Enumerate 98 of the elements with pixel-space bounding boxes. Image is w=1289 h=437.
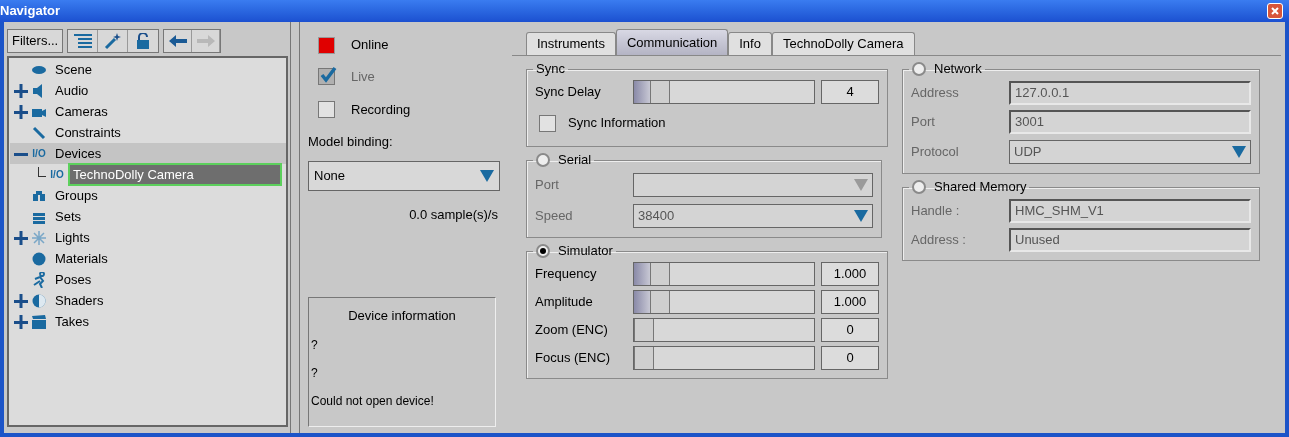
half-circle-icon <box>31 292 47 309</box>
tree-item[interactable]: Scene <box>52 59 95 80</box>
tab[interactable]: TechnoDolly Camera <box>771 32 915 55</box>
info-line: ? <box>311 336 319 354</box>
group-title: Sync <box>536 60 565 78</box>
tab[interactable]: Instruments <box>526 32 616 55</box>
tree-item[interactable]: Lights <box>52 227 93 248</box>
tree-item[interactable]: Takes <box>52 311 92 332</box>
radio-button[interactable] <box>912 62 926 76</box>
filters-button[interactable]: Filters... <box>7 29 64 53</box>
tree-item[interactable]: Devices <box>52 143 105 164</box>
close-icon <box>1271 7 1279 15</box>
dropdown-arrow-icon <box>854 209 868 222</box>
tree-item[interactable]: Poses <box>52 269 95 290</box>
tree-item[interactable]: Audio <box>52 80 92 101</box>
input-field[interactable]: 127.0.0.1 <box>1009 80 1251 105</box>
io-label: I/O <box>50 169 64 180</box>
info-line: ? <box>311 364 319 382</box>
field-label: Address : <box>911 230 967 249</box>
checkbox-label: Sync Information <box>568 114 666 133</box>
radio-button[interactable] <box>536 153 550 167</box>
radio-button[interactable] <box>536 244 550 258</box>
tree-item[interactable]: Shaders <box>52 290 107 311</box>
io-label: I/O <box>32 148 46 159</box>
checkbox[interactable] <box>539 114 556 132</box>
value-field[interactable]: 1.000 <box>821 262 879 286</box>
tree-item[interactable]: Constraints <box>52 122 124 143</box>
field-label: Focus (ENC) <box>535 349 612 368</box>
slider-thumb[interactable] <box>634 319 654 341</box>
group-title: Network <box>934 60 982 78</box>
checkmark-icon <box>320 66 337 84</box>
group-title: Simulator <box>558 242 613 260</box>
wand-icon[interactable] <box>98 30 129 52</box>
field-label: Speed <box>535 206 574 225</box>
slider-thumb[interactable] <box>650 81 671 103</box>
sun-icon <box>31 229 47 246</box>
field-label: Port <box>535 175 560 194</box>
field-label: Port <box>911 112 936 131</box>
tab[interactable]: Communication <box>615 29 729 55</box>
field-label: Handle : <box>911 201 961 220</box>
dropdown[interactable]: UDP <box>1009 139 1251 164</box>
sample-rate: 0.0 sample(s)/s <box>409 205 498 224</box>
window-title: Navigator <box>0 2 60 21</box>
expand-icon[interactable] <box>14 83 28 98</box>
list-icon[interactable] <box>68 30 99 52</box>
tree-item[interactable]: Groups <box>52 185 101 206</box>
value-field[interactable]: 0 <box>821 318 879 342</box>
field-label: Amplitude <box>535 293 594 312</box>
input-field[interactable]: Unused <box>1009 227 1251 252</box>
lock-icon[interactable] <box>128 30 159 52</box>
status-label: Online <box>351 36 389 55</box>
tree-item[interactable]: TechnoDolly Camera <box>70 164 280 185</box>
field-label: Zoom (ENC) <box>535 321 609 340</box>
slider-track[interactable] <box>633 318 815 342</box>
close-button[interactable] <box>1267 3 1283 19</box>
sphere-icon <box>31 250 47 267</box>
field-label: Model binding: <box>308 133 394 151</box>
input-field[interactable]: 3001 <box>1009 109 1251 134</box>
radio-button[interactable] <box>912 180 926 194</box>
checkbox-label: Live <box>351 67 375 86</box>
slider-thumb[interactable] <box>634 347 654 369</box>
tree-connector <box>38 166 46 177</box>
value-field[interactable]: 0 <box>821 346 879 370</box>
field-label: Frequency <box>535 265 598 284</box>
slider-thumb[interactable] <box>650 291 671 313</box>
expand-icon[interactable] <box>14 314 28 329</box>
splitter[interactable] <box>290 22 300 433</box>
tree-item[interactable]: Sets <box>52 206 84 227</box>
expand-icon[interactable] <box>14 104 28 119</box>
dropdown[interactable]: None <box>308 160 500 191</box>
info-title: Device information <box>348 307 456 325</box>
input-field[interactable]: HMC_SHM_V1 <box>1009 198 1251 223</box>
tree-item[interactable]: Cameras <box>52 101 111 122</box>
checkbox[interactable] <box>318 101 335 118</box>
value-field[interactable]: 4 <box>821 80 879 104</box>
field-label: Sync Delay <box>535 83 602 102</box>
slider-track[interactable] <box>633 346 815 370</box>
tree-item[interactable]: Materials <box>52 248 111 269</box>
clapper-icon <box>31 313 47 330</box>
slider-track[interactable] <box>633 290 815 314</box>
field-label: Address <box>911 83 960 102</box>
group-title: Serial <box>558 151 592 169</box>
tab[interactable]: Info <box>728 32 772 55</box>
dropdown[interactable]: 38400 <box>633 203 873 228</box>
checkbox-label: Recording <box>351 100 411 119</box>
slider-thumb[interactable] <box>650 263 671 285</box>
expand-icon[interactable] <box>14 293 28 308</box>
info-line: Could not open device! <box>311 392 435 410</box>
value-field[interactable]: 1.000 <box>821 290 879 314</box>
dropdown-arrow-icon <box>854 178 868 191</box>
group-title: Shared Memory <box>934 178 1027 196</box>
slider-track[interactable] <box>633 262 815 286</box>
expand-icon[interactable] <box>14 230 28 245</box>
field-label: Protocol <box>911 142 960 161</box>
dropdown-arrow-icon <box>480 169 494 182</box>
figure-icon <box>31 271 47 288</box>
slider-track[interactable] <box>633 80 815 104</box>
dropdown-arrow-icon <box>1232 145 1246 158</box>
